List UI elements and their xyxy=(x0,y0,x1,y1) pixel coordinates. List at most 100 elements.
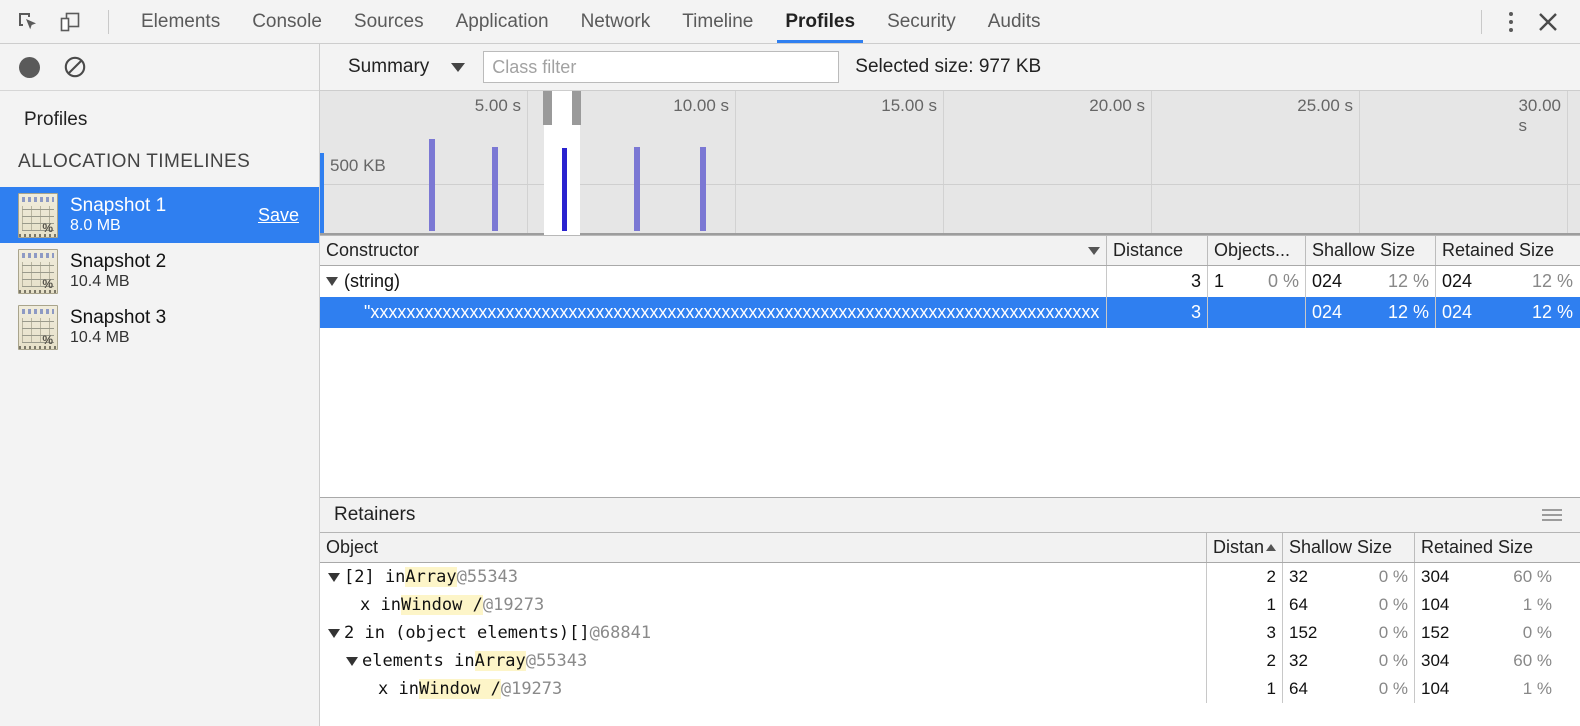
close-icon[interactable] xyxy=(1530,5,1566,39)
vertical-dots-icon[interactable] xyxy=(1496,7,1526,37)
tab-sources[interactable]: Sources xyxy=(338,0,440,43)
allocation-bar[interactable] xyxy=(634,147,640,231)
objects-count-pct: 0 % xyxy=(1268,271,1299,292)
heap-snapshot-view: Summary Selected size: 977 KB 5.00 s10.0… xyxy=(320,44,1580,726)
selection-handle-left[interactable] xyxy=(543,91,552,125)
cell-distance: 1 xyxy=(1207,591,1283,619)
hamburger-icon[interactable] xyxy=(1538,505,1566,525)
cell-retained-size: 30460 % xyxy=(1415,647,1558,675)
column-header-retained-size[interactable]: Retained Size xyxy=(1436,236,1579,265)
expand-triangle-icon[interactable] xyxy=(346,657,358,666)
snapshot-size: 10.4 MB xyxy=(70,329,307,347)
allocation-bar[interactable] xyxy=(492,147,498,231)
selection-handle-right[interactable] xyxy=(572,91,581,125)
table-row[interactable]: 2 in (object elements)[] @6884131520 %15… xyxy=(320,619,1580,647)
overview-tick-label: 5.00 s xyxy=(475,96,527,116)
shallow-size-pct: 0 % xyxy=(1379,595,1408,615)
retained-size-value: 152 xyxy=(1421,623,1449,643)
object-class-name: Window / xyxy=(401,595,483,615)
table-row[interactable]: elements in Array @553432320 %30460 % xyxy=(320,647,1580,675)
table-row[interactable]: [2] in Array @553432320 %30460 % xyxy=(320,563,1580,591)
object-label: [2] in Array @55343 xyxy=(344,567,518,587)
cell-distance: 3 xyxy=(1107,266,1208,297)
cell-object[interactable]: x in Window / @19273 xyxy=(320,591,1207,619)
cell-retained-size: 30460 % xyxy=(1415,563,1558,591)
tab-security[interactable]: Security xyxy=(871,0,972,43)
allocation-bar[interactable] xyxy=(429,139,435,231)
column-header-shallow-size[interactable]: Shallow Size xyxy=(1306,236,1436,265)
allocation-timeline-overview[interactable]: 5.00 s10.00 s15.00 s20.00 s25.00 s30.00 … xyxy=(320,91,1580,236)
cell-constructor[interactable]: (string) xyxy=(320,266,1107,297)
tab-timeline[interactable]: Timeline xyxy=(666,0,769,43)
cell-object[interactable]: [2] in Array @55343 xyxy=(320,563,1207,591)
column-header-objects-count[interactable]: Objects... xyxy=(1208,236,1306,265)
column-header-shallow-size[interactable]: Shallow Size xyxy=(1283,533,1415,562)
cell-object[interactable]: 2 in (object elements)[] @68841 xyxy=(320,619,1207,647)
view-mode-select[interactable]: Summary xyxy=(334,56,475,78)
cell-constructor[interactable]: "xxxxxxxxxxxxxxxxxxxxxxxxxxxxxxxxxxxxxxx… xyxy=(320,297,1107,328)
devtools-window: Elements Console Sources Application Net… xyxy=(0,0,1580,726)
allocation-bar[interactable] xyxy=(700,147,706,231)
shallow-size-pct: 0 % xyxy=(1379,679,1408,699)
column-header-object[interactable]: Object xyxy=(320,533,1207,562)
object-id: @55343 xyxy=(526,651,587,671)
column-label: Object xyxy=(326,537,378,558)
object-id: @19273 xyxy=(483,595,544,615)
object-id: @19273 xyxy=(501,679,562,699)
expand-triangle-icon[interactable] xyxy=(326,277,338,286)
overview-gridline xyxy=(1151,91,1152,235)
retained-size-value: 104 xyxy=(1421,679,1449,699)
column-header-distance[interactable]: Distance xyxy=(1107,236,1208,265)
shallow-size-value: 024 xyxy=(1312,271,1342,292)
cell-shallow-size: 640 % xyxy=(1283,591,1415,619)
object-label: x in Window / @19273 xyxy=(378,679,562,699)
snapshot-icon: % xyxy=(18,249,58,294)
expand-triangle-icon[interactable] xyxy=(328,573,340,582)
tab-audits[interactable]: Audits xyxy=(972,0,1057,43)
shallow-size-value: 152 xyxy=(1289,623,1317,643)
overview-left-edge-marker xyxy=(320,153,324,235)
cell-retained-size: 024 12 % xyxy=(1436,266,1579,297)
retainers-title: Retainers xyxy=(334,504,415,526)
sidebar-item-snapshot-1[interactable]: % Snapshot 1 8.0 MB Save xyxy=(0,187,319,243)
sidebar-item-snapshot-3[interactable]: % Snapshot 3 10.4 MB xyxy=(0,299,319,355)
selected-size-label: Selected size: 977 KB xyxy=(855,56,1041,78)
tab-network[interactable]: Network xyxy=(565,0,667,43)
table-row[interactable]: x in Window / @192731640 %1041 % xyxy=(320,591,1580,619)
cell-object[interactable]: x in Window / @19273 xyxy=(320,675,1207,703)
cell-retained-size: 024 12 % xyxy=(1436,297,1579,328)
inspect-element-icon[interactable] xyxy=(14,8,42,36)
table-row[interactable]: (string) 3 1 0 % 024 12 % 024 xyxy=(320,266,1580,297)
sidebar-item-snapshot-2[interactable]: % Snapshot 2 10.4 MB xyxy=(0,243,319,299)
table-row[interactable]: "xxxxxxxxxxxxxxxxxxxxxxxxxxxxxxxxxxxxxxx… xyxy=(320,297,1580,328)
class-filter-input[interactable] xyxy=(483,51,839,83)
object-class-name: Array xyxy=(405,567,456,587)
column-header-constructor[interactable]: Constructor xyxy=(320,236,1107,265)
tab-profiles[interactable]: Profiles xyxy=(769,0,871,43)
column-label: Constructor xyxy=(326,240,419,261)
tab-application[interactable]: Application xyxy=(440,0,565,43)
table-row[interactable]: x in Window / @192731640 %1041 % xyxy=(320,675,1580,703)
column-label: Distance xyxy=(1113,240,1183,261)
shallow-size-pct: 0 % xyxy=(1379,623,1408,643)
shallow-size-value: 32 xyxy=(1289,567,1308,587)
save-snapshot-link[interactable]: Save xyxy=(258,205,307,226)
device-toolbar-icon[interactable] xyxy=(56,8,84,36)
expand-triangle-icon[interactable] xyxy=(328,629,340,638)
tab-label: Sources xyxy=(354,11,424,33)
tab-elements[interactable]: Elements xyxy=(125,0,236,43)
allocation-bar[interactable] xyxy=(562,148,567,231)
column-label: Objects... xyxy=(1214,240,1290,261)
record-icon[interactable] xyxy=(16,54,42,80)
retained-size-pct: 60 % xyxy=(1513,651,1552,671)
column-header-distance[interactable]: Distan xyxy=(1207,533,1283,562)
object-class-name: Array xyxy=(475,651,526,671)
clear-icon[interactable] xyxy=(62,54,88,80)
column-label: Retained Size xyxy=(1421,537,1533,558)
retained-size-value: 024 xyxy=(1442,271,1472,292)
tab-console[interactable]: Console xyxy=(236,0,338,43)
column-header-retained-size[interactable]: Retained Size xyxy=(1415,533,1558,562)
cell-object[interactable]: elements in Array @55343 xyxy=(320,647,1207,675)
view-mode-label: Summary xyxy=(348,56,429,78)
tabbar-divider xyxy=(108,10,109,34)
